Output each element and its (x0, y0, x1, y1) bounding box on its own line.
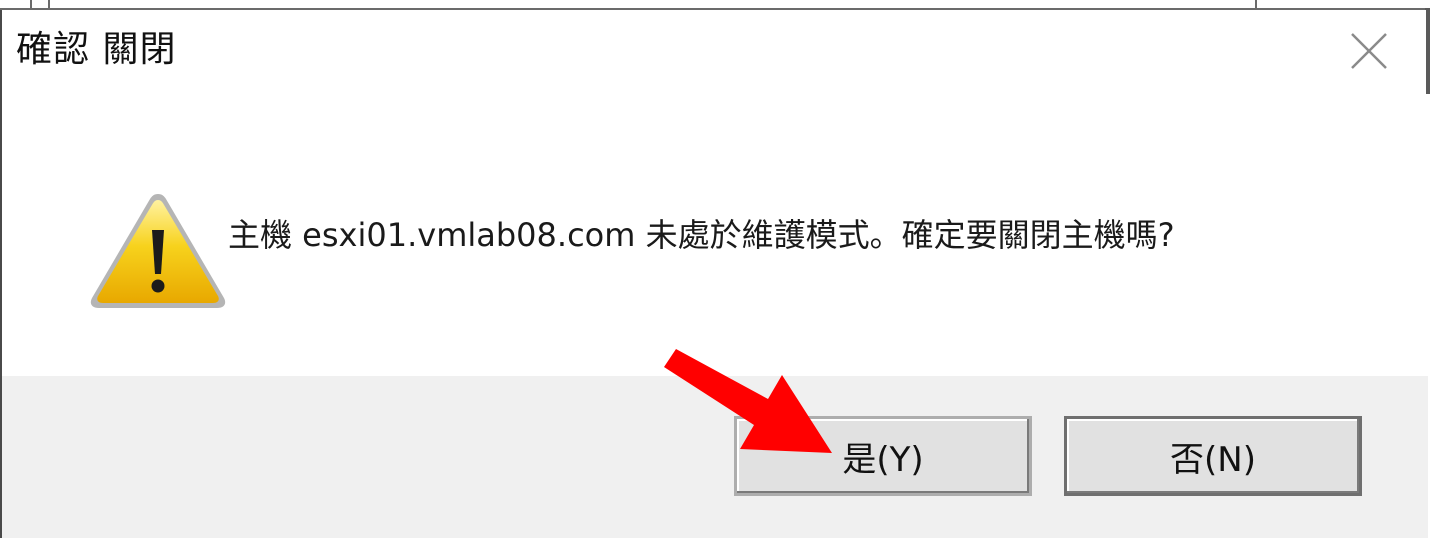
dialog-title: 確認 關閉 (16, 29, 177, 70)
background-window-divider (1255, 0, 1257, 8)
dialog-titlebar: 確認 關閉 (2, 10, 1426, 92)
no-button[interactable]: 否(N) (1064, 416, 1362, 496)
background-window-edge (0, 0, 1430, 10)
yes-button[interactable]: 是(Y) (734, 416, 1032, 496)
background-window-divider (48, 0, 50, 8)
dialog-button-bar: 是(Y) 否(N) (2, 376, 1428, 538)
screenshot: 確認 關閉 主機 esxi01.vmlab08.com 未處於維護模式。確定要關… (0, 0, 1430, 538)
warning-triangle-icon (90, 194, 226, 308)
background-window-divider (30, 0, 32, 8)
confirm-shutdown-dialog: 確認 關閉 主機 esxi01.vmlab08.com 未處於維護模式。確定要關… (0, 10, 1428, 538)
close-icon (1351, 33, 1387, 69)
close-button[interactable] (1338, 24, 1400, 78)
dialog-message: 主機 esxi01.vmlab08.com 未處於維護模式。確定要關閉主機嗎? (228, 216, 1175, 254)
dialog-content: 主機 esxi01.vmlab08.com 未處於維護模式。確定要關閉主機嗎? (2, 92, 1426, 376)
